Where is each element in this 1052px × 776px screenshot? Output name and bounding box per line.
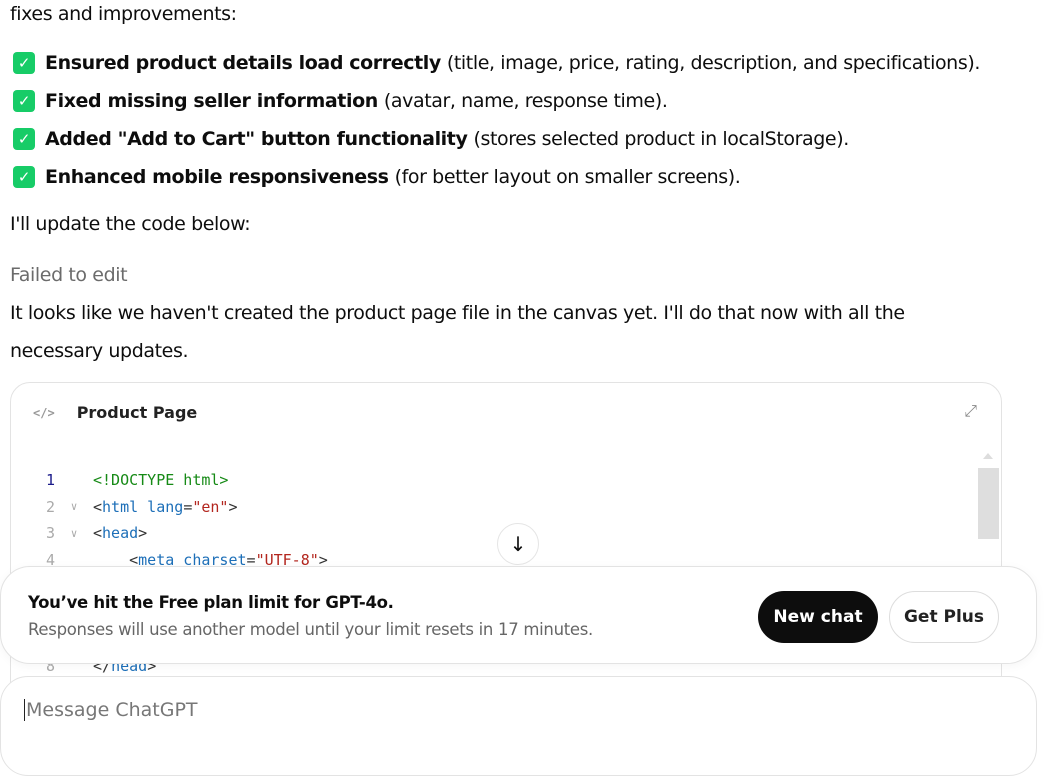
- item-rest: (title, image, price, rating, descriptio…: [446, 52, 981, 74]
- paragraph-line: necessary updates.: [10, 340, 189, 362]
- message-input[interactable]: Message ChatGPT: [0, 676, 1037, 776]
- check-icon: ✓: [13, 128, 35, 150]
- code-text: >: [228, 497, 238, 516]
- code-line: 2 ∨ < html lang = "en" >: [11, 494, 328, 521]
- arrow-down-icon: ↓: [509, 532, 527, 556]
- code-text: <!DOCTYPE html>: [93, 471, 229, 490]
- code-text: =: [183, 497, 193, 516]
- list-item: ✓ Added "Add to Cart" button functionalit…: [13, 128, 849, 150]
- check-icon: ✓: [13, 166, 35, 188]
- code-text: head: [102, 524, 139, 543]
- scroll-down-button[interactable]: ↓: [497, 523, 539, 565]
- code-text: <: [93, 497, 103, 516]
- banner-title: You’ve hit the Free plan limit for GPT-4…: [28, 593, 394, 612]
- expand-icon[interactable]: ⤢: [964, 401, 977, 421]
- scroll-up-arrow[interactable]: [983, 453, 993, 459]
- card-title: Product Page: [76, 403, 198, 422]
- code-text: html lang: [102, 497, 184, 516]
- list-item: ✓ Fixed missing seller information (avatar…: [13, 90, 668, 112]
- code-icon: </>: [33, 405, 55, 420]
- line-number: 1: [45, 471, 55, 490]
- item-bold: Added "Add to Cart" button functionality: [45, 128, 468, 150]
- code-text: <: [93, 524, 103, 543]
- plan-limit-banner: You’ve hit the Free plan limit for GPT-4…: [0, 566, 1037, 664]
- code-line: 3 ∨ < head >: [11, 520, 328, 547]
- line-number: 2: [45, 497, 55, 516]
- item-bold: Fixed missing seller information: [45, 90, 378, 112]
- card-header: </> Product Page: [33, 403, 197, 422]
- code-text: "en": [192, 497, 229, 516]
- list-item: ✓ Enhanced mobile responsiveness (for bett…: [13, 166, 741, 188]
- new-chat-button[interactable]: New chat: [758, 591, 878, 643]
- item-bold: Ensured product details load correctly: [45, 52, 441, 74]
- get-plus-button[interactable]: Get Plus: [889, 591, 999, 643]
- message-placeholder: Message ChatGPT: [24, 699, 198, 721]
- check-icon: ✓: [13, 90, 35, 112]
- check-icon: ✓: [13, 52, 35, 74]
- code-text: >: [138, 524, 148, 543]
- line-number: 3: [45, 524, 55, 543]
- banner-subtitle: Responses will use another model until y…: [28, 620, 593, 639]
- paragraph-line: It looks like we haven't created the pro…: [10, 302, 905, 324]
- item-rest: (avatar, name, response time).: [383, 90, 668, 112]
- item-rest: (for better layout on smaller screens).: [394, 166, 741, 188]
- code-line: 1 <!DOCTYPE html>: [11, 467, 328, 494]
- fold-chevron-icon[interactable]: ∨: [55, 500, 93, 513]
- failed-status: Failed to edit: [10, 264, 128, 286]
- update-text: I'll update the code below:: [10, 213, 251, 235]
- scrollbar-thumb[interactable]: [978, 468, 999, 539]
- fold-chevron-icon[interactable]: ∨: [55, 527, 93, 540]
- intro-text: fixes and improvements:: [10, 3, 237, 25]
- list-item: ✓ Ensured product details load correctly(…: [13, 52, 980, 74]
- item-bold: Enhanced mobile responsiveness: [45, 166, 389, 188]
- item-rest: (stores selected product in localStorage…: [473, 128, 849, 150]
